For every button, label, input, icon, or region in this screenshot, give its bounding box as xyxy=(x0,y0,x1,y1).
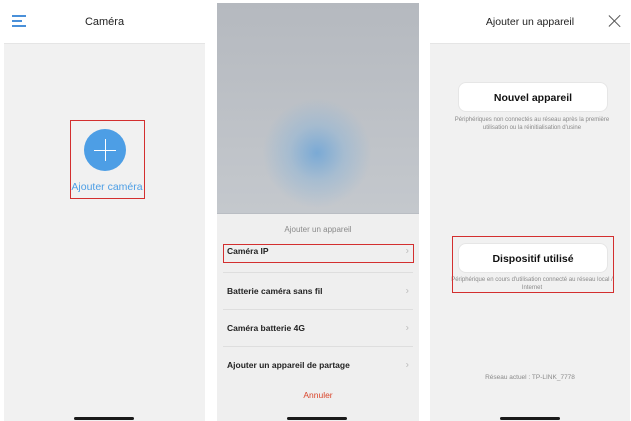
new-device-description: Périphériques non connectés au réseau ap… xyxy=(454,117,610,131)
add-device-sheet-screen: Ajouter un appareil Caméra IP › Batterie… xyxy=(217,3,419,421)
cancel-button[interactable]: Annuler xyxy=(217,390,419,400)
close-icon[interactable] xyxy=(608,13,622,27)
home-indicator xyxy=(287,417,347,420)
sheet-item-label: Batterie caméra sans fil xyxy=(227,286,323,296)
sheet-item-wireless-battery-camera[interactable]: Batterie caméra sans fil › xyxy=(223,276,413,306)
highlight-box xyxy=(223,244,414,263)
chevron-right-icon: › xyxy=(405,322,409,334)
home-indicator xyxy=(500,417,560,420)
header-bar: Caméra xyxy=(4,3,205,44)
camera-screen: Caméra Ajouter caméra xyxy=(4,3,205,421)
divider xyxy=(223,272,413,273)
blurred-plus-button xyxy=(262,98,372,208)
network-status: Réseau actuel : TP-LINK_7778 xyxy=(485,374,575,381)
divider xyxy=(223,309,413,310)
page-title: Ajouter un appareil xyxy=(485,16,575,28)
page-title: Caméra xyxy=(84,16,125,28)
add-device-screen: Ajouter un appareil Nouvel appareil Péri… xyxy=(430,3,630,421)
new-device-button[interactable]: Nouvel appareil xyxy=(458,82,608,112)
sheet-item-4g-battery-camera[interactable]: Caméra batterie 4G › xyxy=(223,313,413,343)
chevron-right-icon: › xyxy=(405,285,409,297)
sheet-item-label: Ajouter un appareil de partage xyxy=(227,360,350,370)
sheet-item-label: Caméra batterie 4G xyxy=(227,323,305,333)
home-indicator xyxy=(74,417,134,420)
sheet-title: Ajouter un appareil xyxy=(284,225,352,234)
chevron-right-icon: › xyxy=(405,359,409,371)
sheet-item-add-shared-device[interactable]: Ajouter un appareil de partage › xyxy=(223,350,413,380)
highlight-box xyxy=(70,120,145,199)
header-bar: Ajouter un appareil xyxy=(430,3,630,44)
action-sheet: Ajouter un appareil Caméra IP › Batterie… xyxy=(217,214,419,421)
highlight-box xyxy=(452,236,614,293)
divider xyxy=(223,346,413,347)
